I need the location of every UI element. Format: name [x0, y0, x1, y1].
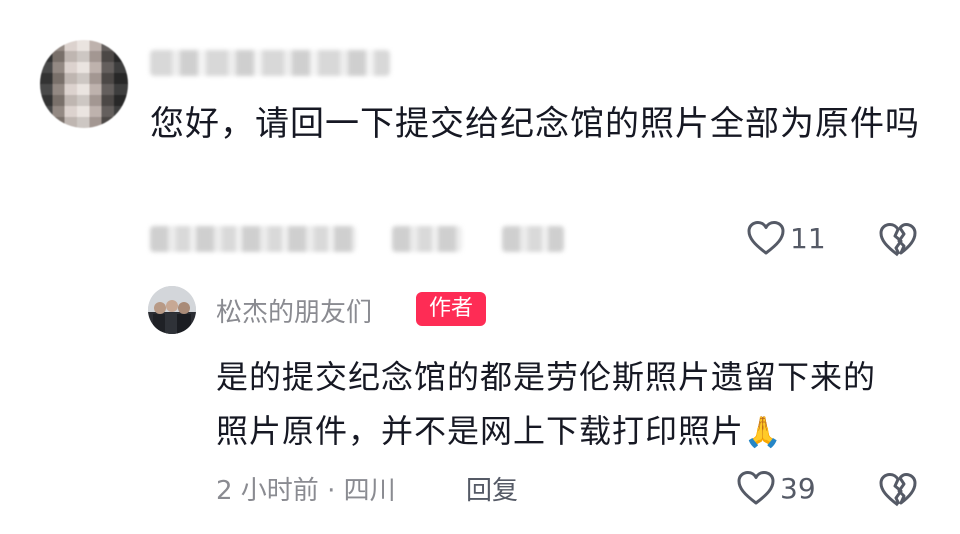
comment-like-count: 11 — [790, 221, 826, 255]
comment-meta-blurred — [150, 226, 356, 252]
broken-heart-icon — [879, 223, 917, 257]
reply-meta: 2 小时前 · 四川 — [216, 476, 396, 506]
comment-text: 您好，请回一下提交给纪念馆的照片全部为原件吗 — [150, 104, 920, 144]
heart-outline-icon — [746, 220, 786, 256]
comment-location-blurred — [392, 226, 462, 252]
broken-heart-icon — [879, 473, 917, 507]
author-badge: 作者 — [416, 292, 486, 326]
comment-like-button[interactable]: 11 — [746, 220, 826, 256]
reply-author-name[interactable]: 松杰的朋友们 — [216, 292, 372, 329]
reply-like-count: 39 — [780, 471, 816, 505]
reply-like-button[interactable]: 39 — [736, 470, 816, 506]
heart-outline-icon — [736, 470, 776, 506]
reply-button[interactable]: 回复 — [466, 470, 518, 507]
comment-reply-button-blurred[interactable] — [502, 226, 564, 252]
praying-hands-emoji: 🙏 — [744, 415, 783, 450]
reply-text: 是的提交纪念馆的都是劳伦斯照片遗留下来的照片原件，并不是网上下载打印照片🙏 — [216, 350, 906, 460]
reply-author-avatar[interactable] — [148, 286, 196, 334]
commenter-avatar[interactable] — [40, 40, 128, 128]
reply-dislike-button[interactable] — [878, 472, 918, 508]
commenter-name-blurred[interactable] — [150, 50, 390, 76]
comment-dislike-button[interactable] — [878, 222, 918, 258]
